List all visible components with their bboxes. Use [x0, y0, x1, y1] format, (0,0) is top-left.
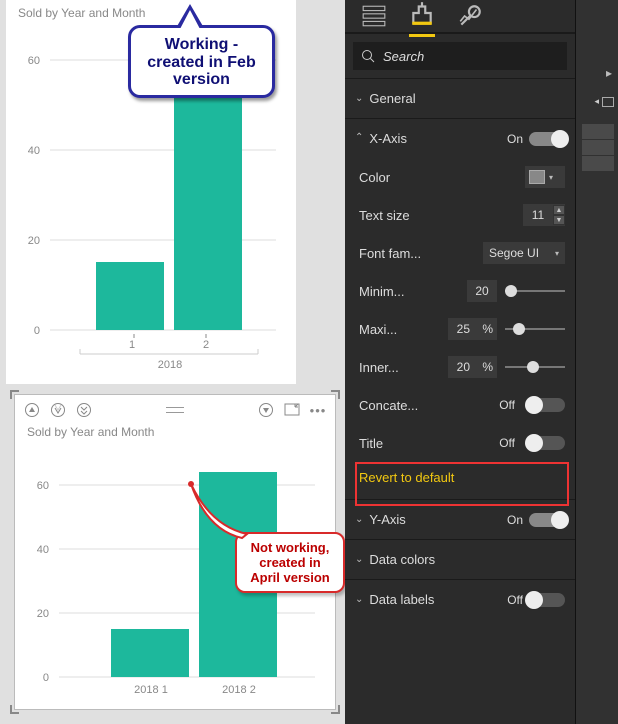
row-concatenate: Concate... Off: [345, 386, 575, 424]
toggle-state-label: Off: [491, 436, 515, 450]
row-color: Color ▾: [345, 158, 575, 196]
yaxis-toggle[interactable]: [529, 513, 565, 527]
field-wells[interactable]: [582, 124, 614, 171]
section-label: Y-Axis: [369, 512, 405, 527]
section-yaxis[interactable]: ⌄ Y-Axis On: [345, 499, 575, 539]
section-label: Data colors: [369, 552, 435, 567]
visual-header-toolbar: •••: [15, 395, 335, 419]
chevron-down-icon: ⌄: [355, 554, 363, 565]
toggle-state-label: Off: [499, 593, 523, 607]
revert-to-default[interactable]: Revert to default: [345, 462, 575, 499]
chevron-down-icon: ⌄: [355, 93, 363, 104]
row-maximum: Maxi... 25%: [345, 310, 575, 348]
max-input[interactable]: 25%: [448, 318, 497, 340]
svg-text:20: 20: [37, 608, 49, 620]
property-label: Concate...: [359, 398, 437, 413]
section-datalabels[interactable]: ⌄ Data labels Off: [345, 579, 575, 619]
drill-up-icon[interactable]: [23, 401, 41, 419]
svg-text:0: 0: [43, 672, 49, 684]
tab-analytics[interactable]: [457, 3, 483, 34]
pane-tabs: [345, 0, 575, 34]
svg-text:20: 20: [28, 235, 40, 247]
report-canvas[interactable]: Sold by Year and Month 0 20 40 60 1 2: [0, 0, 345, 724]
chart-title: Sold by Year and Month: [6, 0, 296, 20]
format-pane: Search ⌄ General ⌃ X-Axis On Color ▾ Text …: [345, 0, 575, 724]
svg-text:1: 1: [129, 339, 135, 351]
section-label: Data labels: [369, 592, 434, 607]
chart-title: Sold by Year and Month: [15, 419, 335, 439]
tab-fields[interactable]: [361, 3, 387, 34]
property-label: Font fam...: [359, 246, 437, 261]
toggle-state-label: On: [499, 513, 523, 527]
svg-text:60: 60: [28, 55, 40, 67]
chevron-up-icon: ⌃: [355, 132, 363, 143]
property-label: Title: [359, 436, 437, 451]
section-general[interactable]: ⌄ General: [345, 78, 575, 118]
spinner[interactable]: ▲▼: [553, 205, 565, 225]
fontfamily-dropdown[interactable]: Segoe UI▾: [483, 242, 565, 264]
drill-mode-icon[interactable]: [257, 401, 275, 419]
expand-next-level-icon[interactable]: [75, 401, 93, 419]
max-slider[interactable]: [505, 322, 565, 336]
search-icon: [361, 49, 375, 63]
inner-slider[interactable]: [505, 360, 565, 374]
fields-toggle[interactable]: ◂: [594, 96, 614, 107]
expand-caret-icon[interactable]: ▸: [606, 66, 612, 80]
svg-text:2018 1: 2018 1: [134, 684, 168, 696]
property-label: Text size: [359, 208, 437, 223]
property-label: Color: [359, 170, 437, 185]
min-input[interactable]: 20: [467, 280, 497, 302]
chevron-down-icon: ⌄: [355, 594, 363, 605]
toggle-state-label: On: [499, 132, 523, 146]
textsize-input[interactable]: 11 ▲▼: [523, 204, 565, 226]
search-input[interactable]: Search: [353, 42, 567, 70]
chevron-down-icon: ▾: [555, 249, 559, 258]
property-label: Minim...: [359, 284, 437, 299]
row-inner: Inner... 20%: [345, 348, 575, 386]
chevron-down-icon: ⌄: [355, 514, 363, 525]
svg-text:2: 2: [203, 339, 209, 351]
search-placeholder: Search: [383, 49, 424, 64]
annotation-working: Working - created in Feb version: [128, 25, 275, 98]
svg-text:60: 60: [37, 480, 49, 492]
concatenate-toggle[interactable]: [529, 398, 565, 412]
inner-input[interactable]: 20%: [448, 356, 497, 378]
row-title: Title Off: [345, 424, 575, 462]
svg-text:2018: 2018: [158, 359, 182, 371]
svg-text:40: 40: [37, 544, 49, 556]
min-slider[interactable]: [505, 284, 565, 298]
xaxis-toggle[interactable]: [529, 132, 565, 146]
section-xaxis[interactable]: ⌃ X-Axis On: [345, 118, 575, 158]
svg-text:40: 40: [28, 145, 40, 157]
table-icon: [602, 97, 614, 107]
section-label: General: [369, 91, 415, 106]
drag-grip-icon[interactable]: [166, 401, 184, 419]
toggle-state-label: Off: [491, 398, 515, 412]
section-datacolors[interactable]: ⌄ Data colors: [345, 539, 575, 579]
tab-format[interactable]: [409, 0, 435, 37]
row-minimum: Minim... 20: [345, 272, 575, 310]
color-picker[interactable]: ▾: [525, 166, 565, 188]
section-label: X-Axis: [369, 131, 407, 146]
property-label: Inner...: [359, 360, 437, 375]
svg-text:0: 0: [34, 325, 40, 337]
annotation-notworking: Not working, created in April version: [235, 532, 345, 593]
row-textsize: Text size 11 ▲▼: [345, 196, 575, 234]
more-options-icon[interactable]: •••: [309, 401, 327, 419]
drill-down-all-icon[interactable]: [49, 401, 67, 419]
fields-pane-collapsed[interactable]: ▸ ◂: [575, 0, 618, 724]
row-fontfamily: Font fam... Segoe UI▾: [345, 234, 575, 272]
chevron-down-icon: ▾: [549, 173, 553, 182]
title-toggle[interactable]: [529, 436, 565, 450]
svg-text:2018 2: 2018 2: [222, 684, 256, 696]
datalabels-toggle[interactable]: [529, 593, 565, 607]
focus-mode-icon[interactable]: [283, 401, 301, 419]
property-label: Maxi...: [359, 322, 437, 337]
